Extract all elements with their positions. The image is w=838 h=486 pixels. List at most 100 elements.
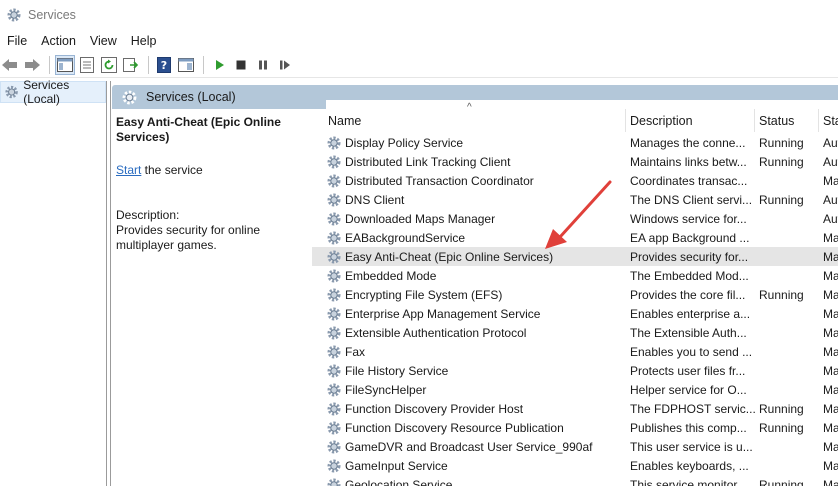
services-gear-icon: [7, 8, 21, 22]
band-corner: [312, 100, 326, 109]
service-status: Running: [759, 401, 804, 416]
properties-icon[interactable]: [77, 55, 97, 75]
service-startup-type: Ma: [823, 325, 838, 340]
start-service-link[interactable]: Start: [116, 163, 141, 177]
column-header-name[interactable]: ^ Name: [312, 102, 626, 132]
service-startup-type: Ma: [823, 268, 838, 283]
service-gear-icon: [327, 212, 341, 225]
show-hide-tree-icon[interactable]: [55, 54, 75, 75]
service-description: Maintains links betw...: [630, 154, 747, 169]
service-description: Windows service for...: [630, 211, 747, 226]
service-startup-type: Aut: [823, 192, 838, 207]
column-label-description: Description: [630, 113, 693, 128]
service-description: Provides the core fil...: [630, 287, 746, 302]
service-gear-icon: [327, 307, 341, 320]
service-row[interactable]: Function Discovery Resource Publication P…: [312, 418, 838, 437]
column-header-description[interactable]: Description: [626, 109, 755, 132]
menu-view[interactable]: View: [83, 34, 124, 48]
service-row[interactable]: GameInput Service Enables keyboards, ... M…: [312, 456, 838, 475]
service-row[interactable]: EABackgroundService EA app Background ...…: [312, 228, 838, 247]
service-status: Running: [759, 420, 804, 435]
service-name: File History Service: [345, 363, 449, 378]
service-startup-type: Ma: [823, 363, 838, 378]
service-description: Coordinates transac...: [630, 173, 748, 188]
service-row[interactable]: Distributed Link Tracking Client Maintain…: [312, 152, 838, 171]
service-startup-type: Ma: [823, 382, 838, 397]
services-gear-icon: [122, 90, 137, 104]
pane-splitter[interactable]: [107, 81, 111, 486]
service-row[interactable]: Embedded Mode The Embedded Mod... Ma: [312, 266, 838, 285]
service-row[interactable]: Easy Anti-Cheat (Epic Online Services) Pr…: [312, 247, 838, 266]
service-status: Running: [759, 154, 804, 169]
refresh-icon[interactable]: [99, 55, 119, 75]
menu-action[interactable]: Action: [34, 34, 83, 48]
service-row[interactable]: Geolocation Service This service monitor.…: [312, 475, 838, 486]
service-row[interactable]: File History Service Protects user files …: [312, 361, 838, 380]
console-tree: Services (Local): [0, 78, 107, 486]
service-rows: Display Policy Service Manages the conne.…: [312, 133, 838, 486]
service-row[interactable]: Encrypting File System (EFS) Provides the…: [312, 285, 838, 304]
service-row[interactable]: Fax Enables you to send ... Ma: [312, 342, 838, 361]
console-icon[interactable]: [176, 55, 196, 75]
service-gear-icon: [327, 440, 341, 453]
service-row[interactable]: GameDVR and Broadcast User Service_990af…: [312, 437, 838, 456]
column-label-startup-type: Star: [823, 113, 838, 128]
service-row[interactable]: Extensible Authentication Protocol The Ex…: [312, 323, 838, 342]
service-name-cell: Extensible Authentication Protocol: [312, 325, 626, 341]
service-row[interactable]: Distributed Transaction Coordinator Coord…: [312, 171, 838, 190]
restart-icon[interactable]: [275, 55, 295, 75]
service-startup-type: Ma: [823, 249, 838, 264]
toolbar-separator: [203, 55, 204, 74]
service-startup-type: Aut: [823, 135, 838, 150]
service-name: Encrypting File System (EFS): [345, 287, 503, 302]
forward-icon[interactable]: [22, 55, 42, 75]
service-gear-icon: [327, 288, 341, 301]
service-gear-icon: [327, 402, 341, 415]
service-startup-type: Ma: [823, 287, 838, 302]
column-header-status[interactable]: Status: [755, 109, 819, 132]
pause-icon[interactable]: [253, 55, 273, 75]
service-name: Enterprise App Management Service: [345, 306, 541, 321]
service-status: Running: [759, 192, 804, 207]
stop-icon[interactable]: [231, 55, 251, 75]
service-row[interactable]: Function Discovery Provider Host The FDPH…: [312, 399, 838, 418]
service-row[interactable]: FileSyncHelper Helper service for O... Ma: [312, 380, 838, 399]
service-gear-icon: [327, 478, 341, 486]
title-bar: Services: [0, 0, 838, 30]
service-gear-icon: [327, 421, 341, 434]
toolbar-separator: [49, 55, 50, 74]
service-description: The DNS Client servi...: [630, 192, 753, 207]
services-gear-icon: [5, 85, 18, 99]
service-description: Enables enterprise a...: [630, 306, 751, 321]
service-gear-icon: [327, 136, 341, 149]
start-service-suffix: the service: [141, 163, 203, 177]
tree-item-services-local[interactable]: Services (Local): [0, 78, 106, 106]
service-description: This user service is u...: [630, 439, 753, 454]
service-details-panel: Easy Anti-Cheat (Epic Online Services) S…: [112, 109, 312, 486]
play-icon[interactable]: [209, 55, 229, 75]
menu-file[interactable]: File: [0, 34, 34, 48]
service-name: Geolocation Service: [345, 477, 453, 486]
back-icon[interactable]: [0, 55, 20, 75]
service-name-cell: Downloaded Maps Manager: [312, 211, 626, 227]
menu-help[interactable]: Help: [124, 34, 164, 48]
column-header-startup-type[interactable]: Star: [819, 109, 838, 132]
service-startup-type: Ma: [823, 173, 838, 188]
service-name: DNS Client: [345, 192, 405, 207]
service-row[interactable]: DNS Client The DNS Client servi... Running…: [312, 190, 838, 209]
help-icon[interactable]: ?: [154, 55, 174, 75]
service-row[interactable]: Display Policy Service Manages the conne.…: [312, 133, 838, 152]
service-name: FileSyncHelper: [345, 382, 427, 397]
export-list-icon[interactable]: [121, 55, 141, 75]
service-description: The Embedded Mod...: [630, 268, 749, 283]
column-header-row: ^ Name Description Status Star: [312, 102, 838, 132]
service-description: Enables you to send ...: [630, 344, 753, 359]
service-gear-icon: [327, 326, 341, 339]
service-row[interactable]: Enterprise App Management Service Enables…: [312, 304, 838, 323]
service-row[interactable]: Downloaded Maps Manager Windows service f…: [312, 209, 838, 228]
service-name-cell: DNS Client: [312, 192, 626, 208]
service-name: Easy Anti-Cheat (Epic Online Services): [345, 249, 554, 264]
service-gear-icon: [327, 269, 341, 282]
service-name-cell: Function Discovery Resource Publication: [312, 420, 626, 436]
service-name: EABackgroundService: [345, 230, 466, 245]
